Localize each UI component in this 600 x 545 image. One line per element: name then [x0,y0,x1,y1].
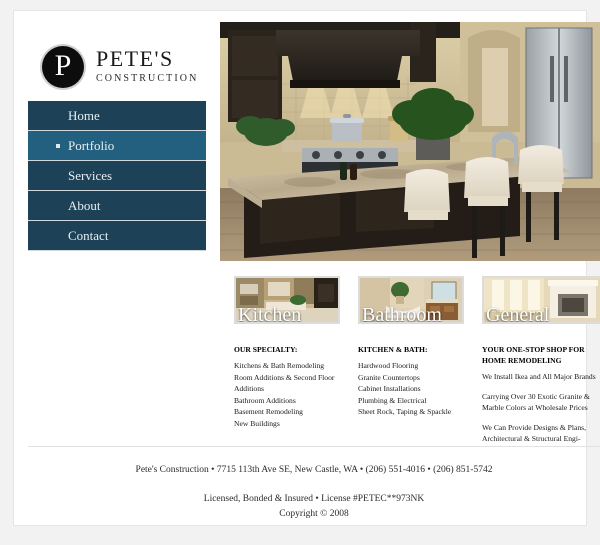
nav-label: Portfolio [68,137,115,153]
card-paragraph: We Install Ikea and All Major Brands [482,372,596,381]
nav-item-about[interactable]: About [28,191,206,221]
card-line: Plumbing & Electrical [358,395,427,405]
card-paragraph: We Can Provide Designs & Plans, Architec… [482,422,587,444]
nav-label: Home [68,107,100,123]
card-heading: YOUR ONE-STOP SHOP FOR HOME REMODELING [482,345,585,365]
logo-circle-icon: P [42,46,84,88]
site-logo[interactable]: P PETE'S CONSTRUCTION [42,35,222,99]
card-line: Bathroom Additions [234,395,296,405]
footer-contact-line: Pete's Construction • 7715 113th Ave SE,… [135,465,493,475]
card-line: Granite Countertops [358,372,420,382]
nav-item-contact[interactable]: Contact [28,221,206,251]
main-navigation: Home Portfolio Services About Contact [28,101,206,251]
card-line: Sheet Rock, Taping & Spackle [358,407,452,416]
card-heading: KITCHEN & BATH: [358,345,428,354]
card-thumbnail-bathroom[interactable]: Bathroom [358,276,464,324]
hero-image [220,22,600,261]
nav-item-home[interactable]: Home [28,101,206,131]
active-bullet-icon [56,144,60,148]
logo-letter: P [54,49,72,82]
card-line: Hardwood Flooring [358,361,419,370]
card-general: General YOUR ONE-STOP SHOP FOR HOME REMO… [482,276,600,453]
card-line: Additions [234,384,264,393]
card-text-kitchen: OUR SPECIALTY: Kitchens & Bath Remodelin… [234,344,340,429]
footer-license-line: Licensed, Bonded & Insured • License #PE… [203,494,425,504]
nav-label: Services [68,167,113,183]
footer-divider [28,446,600,447]
brand-text: PETE'S CONSTRUCTION [96,48,198,86]
card-thumbnail-general[interactable]: General [482,276,600,324]
card-caption-bathroom: Bathroom [362,304,442,324]
card-caption-general: General [486,304,550,324]
footer-copyright: Copyright © 2008 [279,509,349,519]
card-line: Room Additions & Second Floor [234,372,335,382]
site-footer: Pete's Construction • 7715 113th Ave SE,… [28,463,600,522]
card-line: Cabinet Installations [358,384,421,393]
brand-tagline: CONSTRUCTION [96,73,199,84]
nav-label: About [68,197,101,213]
card-thumbnail-kitchen[interactable]: Kitchen [234,276,340,324]
card-line: Basement Remodeling [234,407,303,416]
card-bathroom: Bathroom KITCHEN & BATH: Hardwood Floori… [358,276,464,453]
nav-label: Contact [68,227,109,243]
card-heading: OUR SPECIALTY: [234,345,298,354]
card-text-bathroom: KITCHEN & BATH: Hardwood Flooring Granit… [358,344,464,418]
card-paragraph: Carrying Over 30 Exotic Granite & Marble… [482,391,590,413]
nav-item-services[interactable]: Services [28,161,206,191]
brand-name: PETE'S [96,46,174,71]
card-caption-kitchen: Kitchen [238,304,302,324]
portfolio-cards: Kitchen OUR SPECIALTY: Kitchens & Bath R… [234,276,600,453]
card-line: Kitchens & Bath Remodeling [234,361,325,370]
card-line: New Buildings [234,418,280,428]
card-kitchen: Kitchen OUR SPECIALTY: Kitchens & Bath R… [234,276,340,453]
card-text-general: YOUR ONE-STOP SHOP FOR HOME REMODELING W… [482,344,600,445]
nav-item-portfolio[interactable]: Portfolio [28,131,206,161]
page-container: P PETE'S CONSTRUCTION Home Portfolio Ser… [14,11,600,525]
